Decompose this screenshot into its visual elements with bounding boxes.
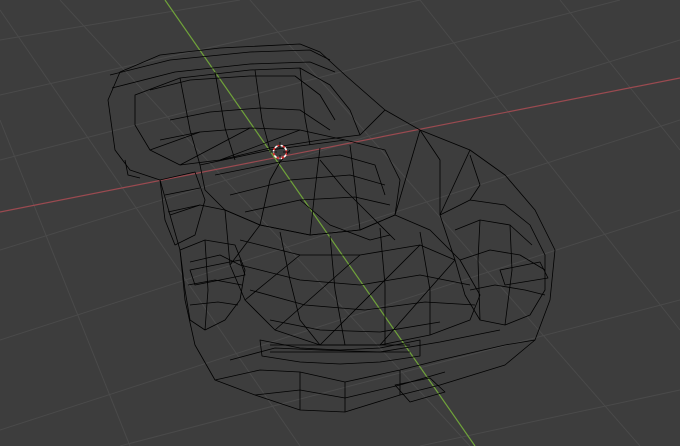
3d-viewport[interactable]: [0, 0, 680, 446]
viewport-canvas[interactable]: [0, 0, 680, 446]
floor-grid: [0, 0, 680, 446]
y-axis-line: [164, 0, 476, 446]
